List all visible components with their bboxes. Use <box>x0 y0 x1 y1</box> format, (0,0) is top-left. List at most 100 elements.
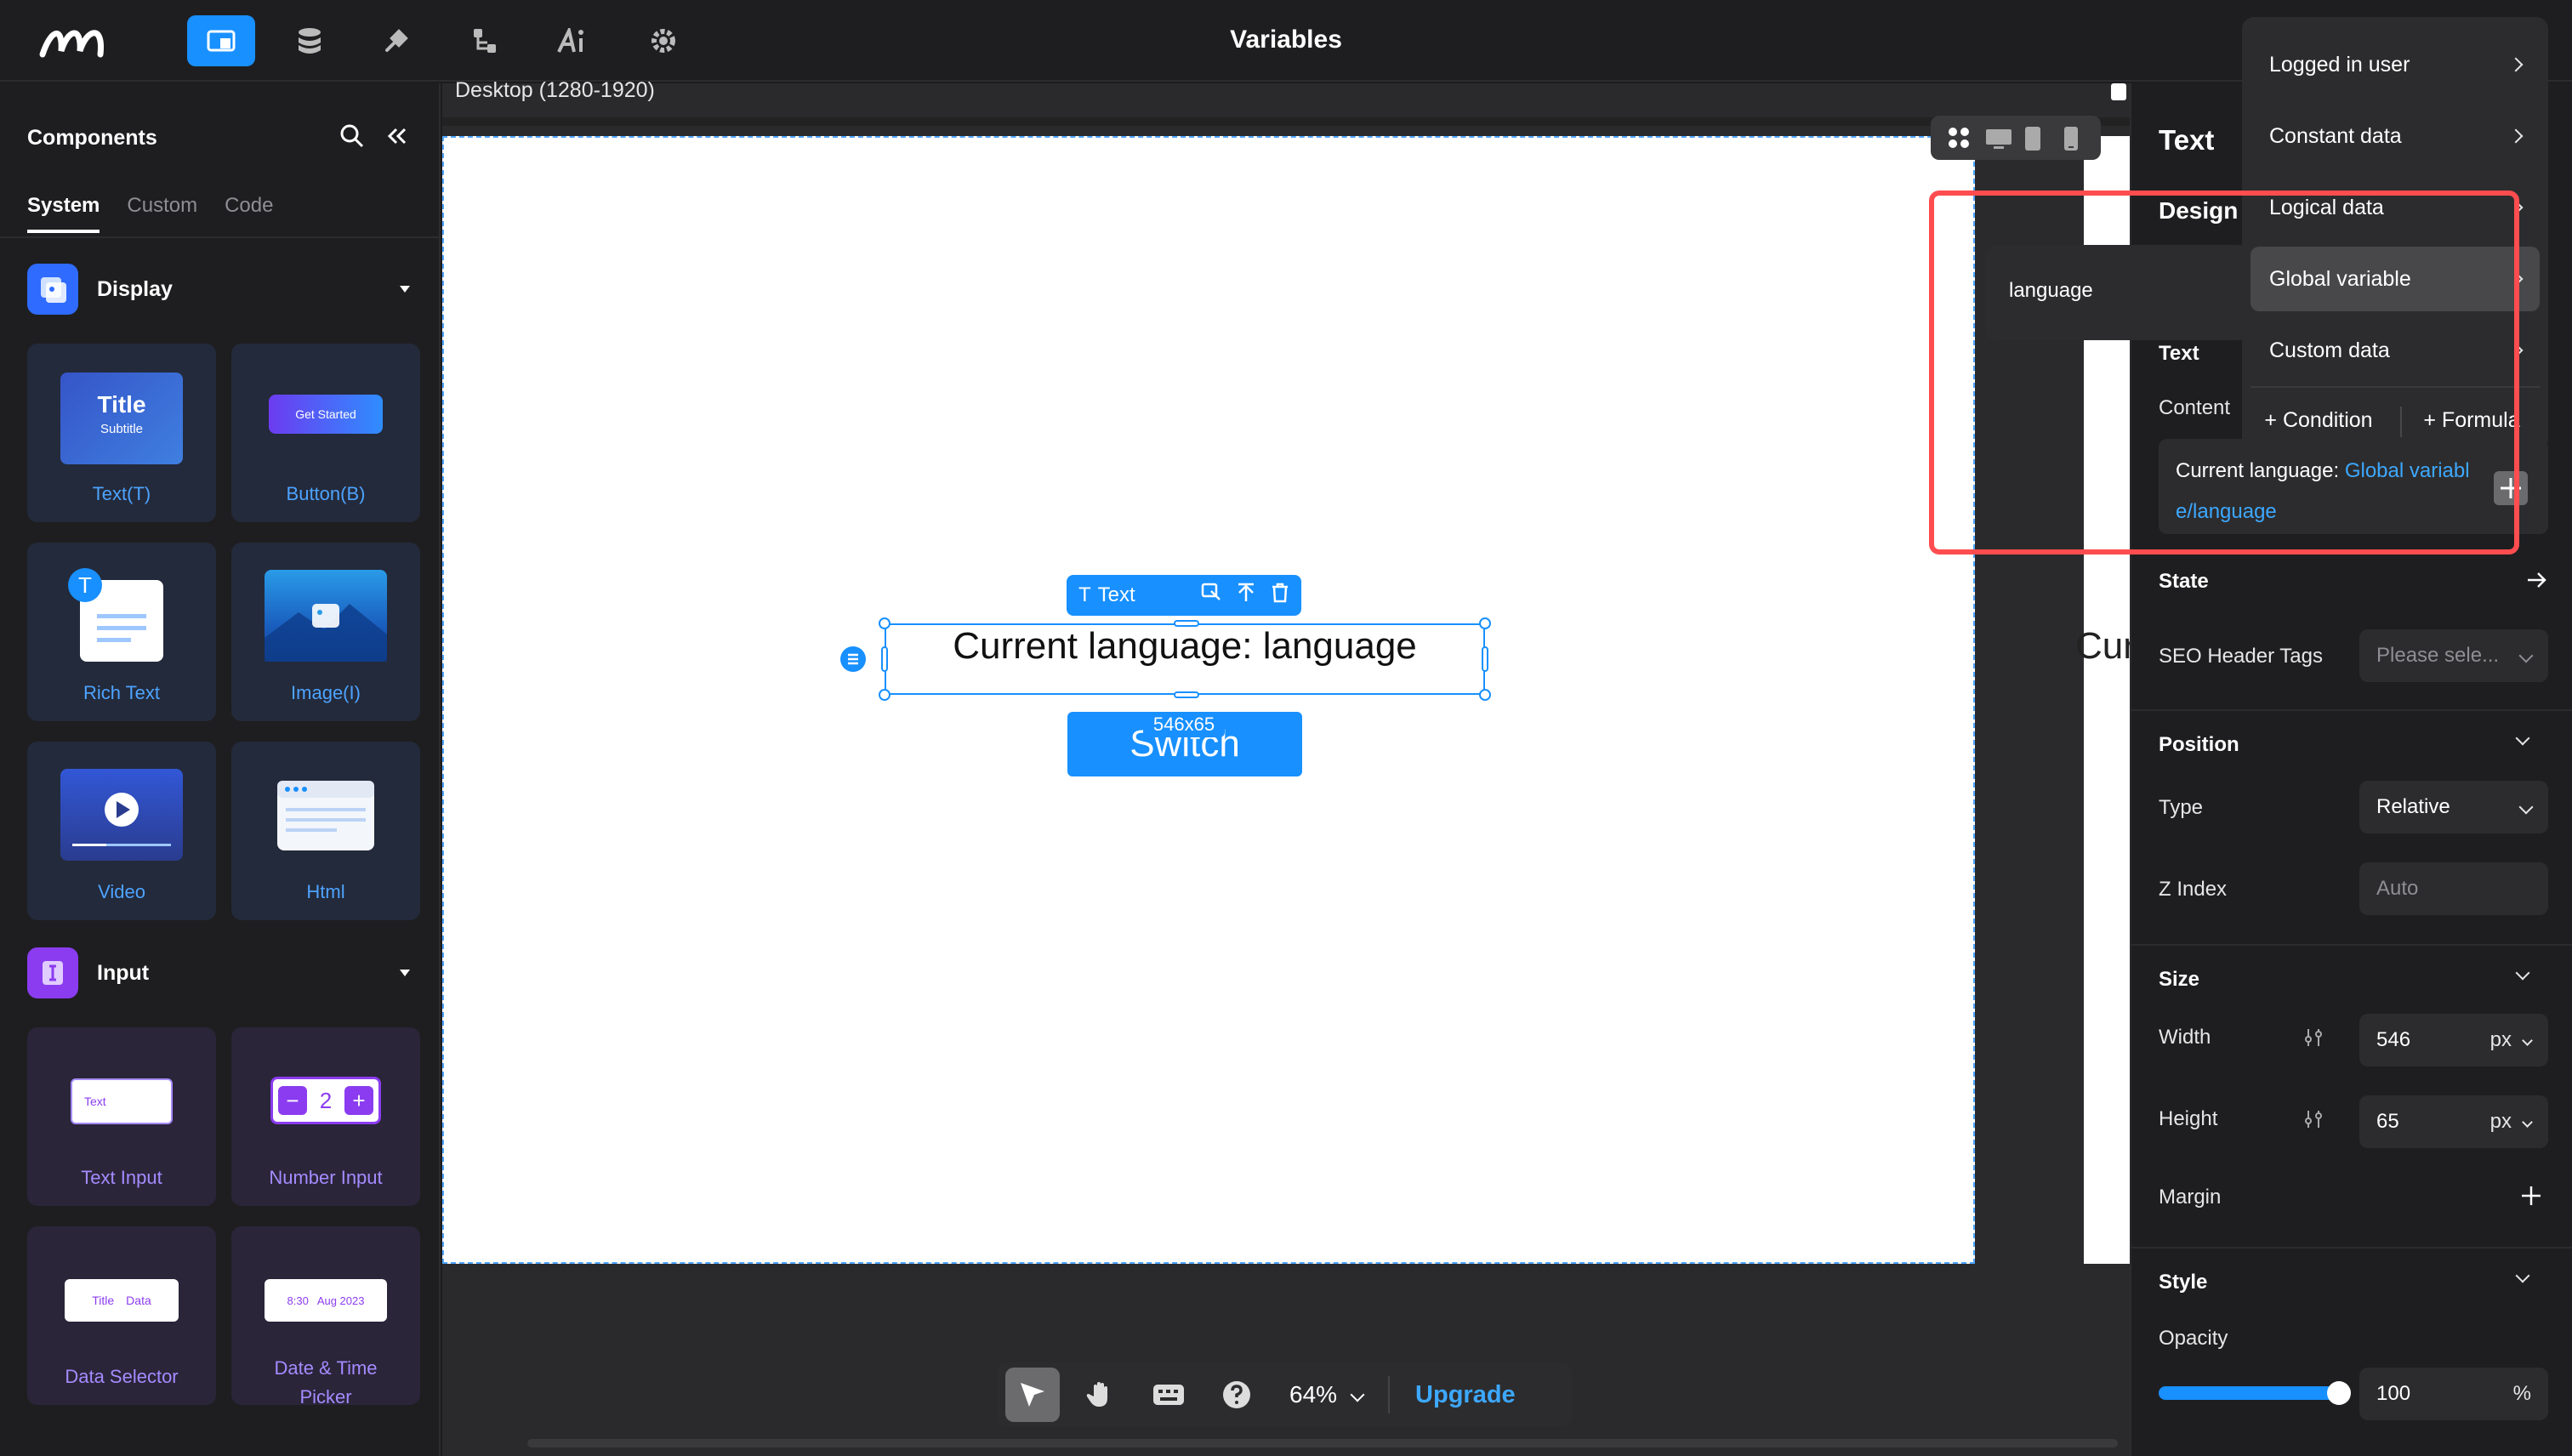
component-html[interactable]: Html <box>231 742 420 920</box>
divider <box>2131 944 2572 946</box>
state-label[interactable]: State <box>2159 570 2209 594</box>
desktop-icon[interactable] <box>1985 126 2012 150</box>
grid-icon[interactable] <box>1947 126 1971 150</box>
arrow-right-icon[interactable] <box>2524 568 2548 596</box>
menu-footer: + Condition + Formula <box>2242 408 2548 433</box>
component-label: Text Input <box>81 1167 162 1188</box>
pages-icon[interactable] <box>187 15 255 66</box>
horizontal-scrollbar[interactable] <box>527 1439 2118 1447</box>
chevron-down-icon[interactable] <box>2515 731 2530 746</box>
zoom-chevron-down-icon[interactable] <box>1350 1387 1365 1402</box>
caret-down-icon <box>400 286 410 293</box>
text-type-icon: T <box>1078 583 1091 606</box>
hand-tool-icon[interactable] <box>1073 1368 1128 1422</box>
component-data-selector[interactable]: Title Data Data Selector <box>27 1226 216 1405</box>
component-label: Number Input <box>269 1167 383 1188</box>
zindex-input[interactable]: Auto <box>2359 862 2548 915</box>
resize-handle[interactable] <box>879 689 891 701</box>
upgrade-button[interactable]: Upgrade <box>1415 1381 1516 1409</box>
search-icon[interactable] <box>339 122 366 154</box>
height-input[interactable]: 65 px <box>2359 1095 2548 1148</box>
button-thumbnail: Get Started <box>269 395 383 434</box>
selected-text-element[interactable]: Current language: language <box>885 625 1485 668</box>
drag-handle-icon[interactable] <box>840 646 866 672</box>
variable-option-language[interactable]: language <box>2009 279 2093 303</box>
size-section-label[interactable]: Size <box>2159 968 2199 992</box>
select-parent-icon[interactable] <box>1201 583 1221 609</box>
add-margin-icon[interactable] <box>2519 1184 2543 1212</box>
database-icon[interactable] <box>276 15 344 66</box>
collapse-panel-icon[interactable] <box>383 122 410 154</box>
opacity-slider-track[interactable] <box>2159 1386 2344 1400</box>
style-section-label[interactable]: Style <box>2159 1271 2207 1294</box>
component-label: Data Selector <box>65 1366 179 1387</box>
element-type[interactable]: T Text <box>1078 583 1135 607</box>
component-label: Button(B) <box>286 483 366 504</box>
menu-item-global-variable[interactable]: Global variable <box>2250 247 2540 311</box>
settings-icon[interactable] <box>629 15 697 66</box>
zoom-level[interactable]: 64% <box>1289 1381 1337 1408</box>
tab-custom[interactable]: Custom <box>127 194 197 233</box>
display-section-icon <box>27 264 78 315</box>
page-canvas[interactable] <box>442 136 1975 1264</box>
menu-item-logical-data[interactable]: Logical data <box>2250 175 2540 240</box>
rich-text-thumbnail: T <box>68 568 163 662</box>
tab-code[interactable]: Code <box>225 194 273 233</box>
width-label: Width <box>2159 1026 2211 1049</box>
component-video[interactable]: Video <box>27 742 216 920</box>
menu-item-logged-in-user[interactable]: Logged in user <box>2250 32 2540 97</box>
add-condition-button[interactable]: + Condition <box>2242 408 2395 433</box>
help-icon[interactable] <box>1209 1368 1264 1422</box>
opacity-input[interactable]: 100 % <box>2359 1368 2548 1420</box>
variable-tag[interactable]: Global variabl <box>2345 459 2470 482</box>
chevron-down-icon[interactable] <box>2515 965 2530 981</box>
tablet-icon[interactable] <box>2023 126 2047 151</box>
plugin-icon[interactable] <box>362 15 430 66</box>
components-title: Components <box>27 126 157 150</box>
tab-system[interactable]: System <box>27 194 100 233</box>
component-image[interactable]: Image(I) <box>231 543 420 721</box>
global-variable-submenu: language <box>1985 245 2250 340</box>
add-formula-button[interactable]: + Formula <box>2395 408 2548 433</box>
device-label: Desktop (1280-1920) <box>455 78 655 102</box>
component-text[interactable]: Title Subtitle Text(T) <box>27 344 216 522</box>
sizing-mode-icon[interactable] <box>2302 1107 2325 1135</box>
opacity-slider-handle[interactable] <box>2327 1381 2351 1405</box>
plus-icon: + <box>344 1086 373 1115</box>
content-field[interactable]: Current language: Global variabl e/langu… <box>2159 439 2548 534</box>
position-type-select[interactable]: Relative <box>2359 781 2548 833</box>
menu-item-custom-data[interactable]: Custom data <box>2250 318 2540 383</box>
ai-icon[interactable] <box>539 15 607 66</box>
mobile-icon[interactable] <box>2062 126 2085 151</box>
component-number-input[interactable]: − 2 + Number Input <box>231 1027 420 1206</box>
chevron-down-icon <box>2518 799 2534 815</box>
text-input-thumbnail: Text <box>71 1078 173 1124</box>
variable-tag[interactable]: e/language <box>2176 500 2277 523</box>
seo-select[interactable]: Please sele... <box>2359 629 2548 682</box>
move-up-icon[interactable] <box>1237 583 1255 609</box>
chevron-down-icon <box>2522 1116 2533 1128</box>
divider <box>2131 709 2572 711</box>
chevron-down-icon[interactable] <box>2515 1268 2530 1283</box>
component-button[interactable]: Get Started Button(B) <box>231 344 420 522</box>
resize-handle[interactable] <box>1479 689 1491 701</box>
chevron-down-icon <box>2522 1034 2533 1046</box>
sizing-mode-icon[interactable] <box>2302 1026 2325 1054</box>
select-tool-icon[interactable] <box>1005 1368 1060 1422</box>
resize-handle-bottom[interactable] <box>1174 691 1199 698</box>
component-text-input[interactable]: Text Text Input <box>27 1027 216 1206</box>
component-rich-text[interactable]: T Rich Text <box>27 543 216 721</box>
height-label: Height <box>2159 1107 2218 1130</box>
workflow-icon[interactable] <box>451 15 519 66</box>
keyboard-shortcuts-icon[interactable] <box>1141 1368 1196 1422</box>
section-display[interactable]: Display <box>27 264 410 315</box>
position-section-label[interactable]: Position <box>2159 733 2239 757</box>
menu-item-constant-data[interactable]: Constant data <box>2250 104 2540 168</box>
section-input[interactable]: Input <box>27 947 410 998</box>
app-logo[interactable] <box>37 17 122 65</box>
delete-icon[interactable] <box>1271 583 1289 609</box>
component-date-time-picker[interactable]: 8:30 Aug 2023 Date & Time Picker <box>231 1226 420 1408</box>
add-variable-button[interactable] <box>2494 471 2528 505</box>
width-input[interactable]: 546 px <box>2359 1014 2548 1066</box>
tab-design[interactable]: Design <box>2159 197 2238 225</box>
